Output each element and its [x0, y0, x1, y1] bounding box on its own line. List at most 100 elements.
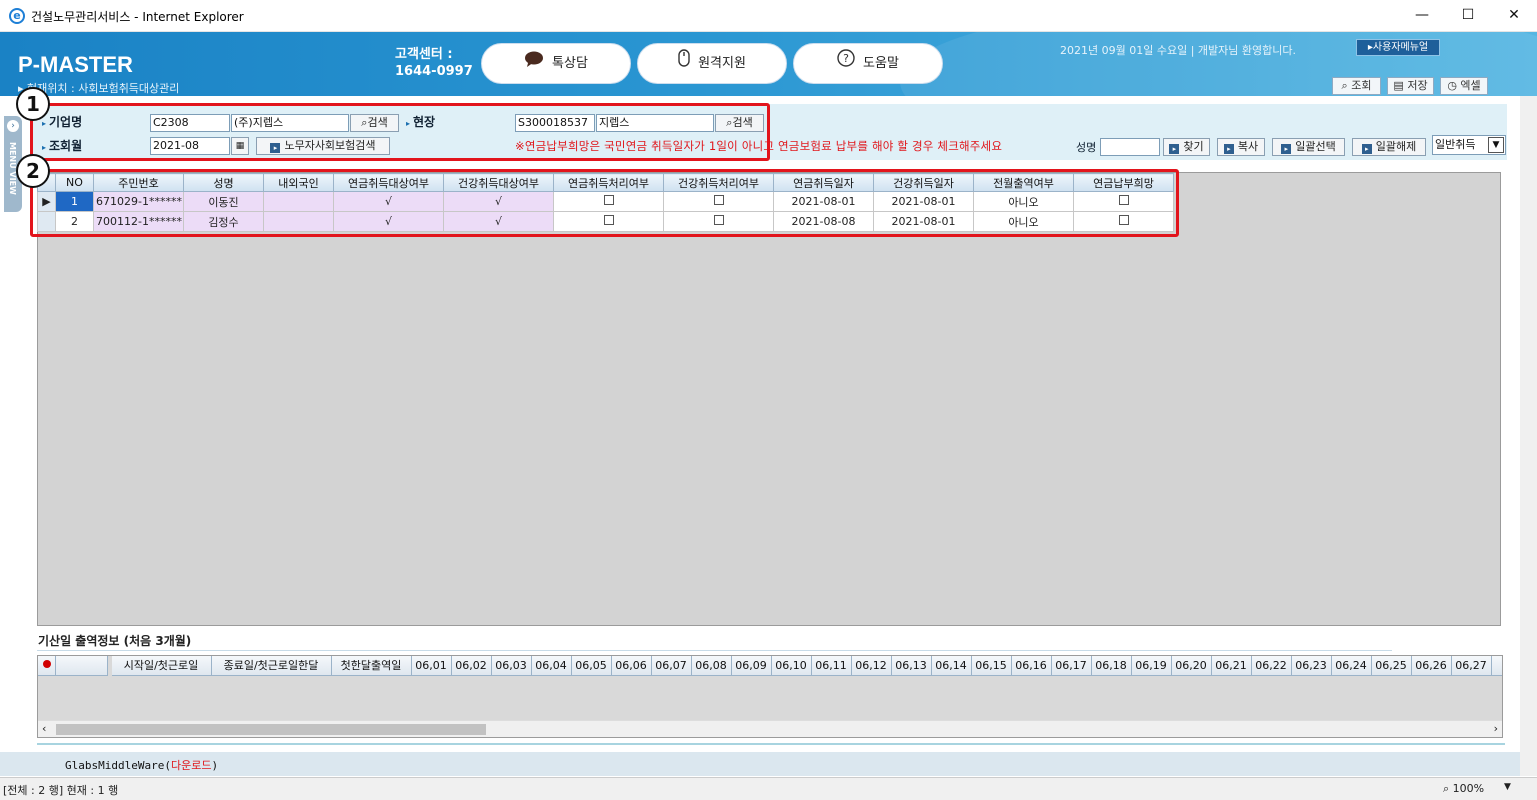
chat-bubble-icon: [524, 44, 544, 83]
middleware-text: GlabsMiddleWare(다운로드): [65, 757, 218, 773]
find-label: 찾기: [1183, 140, 1204, 153]
attendance-column-header[interactable]: 06,08: [691, 656, 732, 676]
attendance-column-header[interactable]: 시작일/첫근로일: [111, 656, 212, 676]
attendance-column-header[interactable]: 06,19: [1131, 656, 1172, 676]
attendance-column-header[interactable]: 06,07: [651, 656, 692, 676]
scroll-left-icon[interactable]: ‹: [42, 722, 46, 735]
attendance-header-row: 시작일/첫근로일 종료일/첫근로일한달 첫한달출역일 06,01 06,02 06,03 0…: [38, 656, 1502, 676]
name-label: 성명: [1076, 141, 1097, 154]
attendance-column-header[interactable]: 06,26: [1411, 656, 1452, 676]
horizontal-scrollbar[interactable]: ‹ ›: [38, 720, 1502, 737]
record-dot-icon: [38, 656, 56, 676]
logo: P-MASTER: [18, 52, 133, 77]
cs-phone: 1644-0997: [395, 64, 473, 79]
attendance-column-header[interactable]: 06,23: [1291, 656, 1332, 676]
annotation-box-1: [30, 103, 770, 161]
minimize-button[interactable]: —: [1399, 0, 1445, 32]
annotation-box-2: [30, 169, 1179, 237]
talk-button[interactable]: 톡상담: [481, 43, 631, 84]
attendance-column-header[interactable]: 06,03: [491, 656, 532, 676]
zoom-icon: ⌕: [1443, 782, 1450, 795]
attendance-column-header[interactable]: 06,24: [1331, 656, 1372, 676]
select-all-button[interactable]: ▸ 일괄선택: [1272, 138, 1345, 156]
attendance-column-header[interactable]: 06,04: [531, 656, 572, 676]
user-manual-button[interactable]: ▸사용자메뉴얼: [1356, 39, 1440, 56]
status-text: [전체 : 2 행] 현재 : 1 행: [3, 784, 119, 797]
attendance-column-header[interactable]: 06,22: [1251, 656, 1292, 676]
attendance-column-header[interactable]: 06,18: [1091, 656, 1132, 676]
attendance-column-header[interactable]: 06,20: [1171, 656, 1212, 676]
help-button[interactable]: ? 도움말: [793, 43, 943, 84]
attendance-column-header[interactable]: 06,27: [1451, 656, 1492, 676]
attendance-column-header[interactable]: 06,06: [611, 656, 652, 676]
chevron-right-icon: ›: [7, 120, 19, 132]
toolbar-excel-label: 엑셀: [1460, 79, 1481, 92]
attendance-column-header[interactable]: 06,16: [1011, 656, 1052, 676]
attendance-column-header[interactable]: 06,15: [971, 656, 1012, 676]
attendance-column-header[interactable]: 06,11: [811, 656, 852, 676]
help-label: 도움말: [863, 56, 899, 71]
attendance-title: 기산일 출역정보 (처음 3개월): [38, 634, 192, 648]
copy-button[interactable]: ▸ 복사: [1217, 138, 1265, 156]
clear-all-button[interactable]: ▸ 일괄해제: [1352, 138, 1426, 156]
svg-text:?: ?: [843, 52, 849, 65]
vertical-scrollbar[interactable]: [1520, 96, 1537, 776]
divider: [37, 743, 1505, 745]
remote-support-button[interactable]: 원격지원: [637, 43, 787, 84]
attendance-header-blank: [56, 656, 108, 676]
attendance-column-header[interactable]: 06,25: [1371, 656, 1412, 676]
remote-label: 원격지원: [698, 56, 746, 71]
annotation-marker-2: 2: [16, 154, 50, 188]
toolbar-save-button[interactable]: ▤ 저장: [1387, 77, 1434, 95]
app-header: P-MASTER ▸ 현재위치 : 사회보험취득대상관리 고객센터 : 1644…: [0, 32, 1537, 96]
greeting: 2021년 09월 01일 수요일 | 개발자님 환영합니다.: [1060, 44, 1296, 57]
grid-area: [37, 172, 1501, 626]
attendance-column-header[interactable]: 06,14: [931, 656, 972, 676]
close-button[interactable]: ✕: [1491, 0, 1537, 32]
status-bar: [전체 : 2 행] 현재 : 1 행 ⌕ 100% ▼: [0, 777, 1537, 800]
magnifier-icon: ⌕: [1341, 79, 1348, 92]
toolbar-save-label: 저장: [1407, 79, 1428, 92]
save-icon: ▤: [1393, 79, 1404, 92]
attendance-column-header[interactable]: 06,21: [1211, 656, 1252, 676]
attendance-column-header[interactable]: 06,01: [411, 656, 452, 676]
mode-select[interactable]: 일반취득 ▼: [1432, 135, 1506, 155]
attendance-column-header[interactable]: 06,: [1491, 656, 1502, 676]
attendance-column-header[interactable]: 06,13: [891, 656, 932, 676]
scroll-thumb[interactable]: [56, 724, 486, 735]
toolbar-excel-button[interactable]: ◷ 엑셀: [1440, 77, 1488, 95]
attendance-column-header[interactable]: 06,17: [1051, 656, 1092, 676]
toolbar-search-button[interactable]: ⌕ 조회: [1332, 77, 1381, 95]
middleware-paren: ): [211, 759, 219, 772]
maximize-button[interactable]: ☐: [1445, 0, 1491, 32]
customer-center: 고객센터 : 1644-0997: [395, 46, 473, 80]
cs-label: 고객센터 :: [395, 47, 453, 62]
attendance-column-header[interactable]: 06,12: [851, 656, 892, 676]
excel-icon: ◷: [1447, 79, 1457, 92]
attendance-column-header[interactable]: 첫한달출역일: [331, 656, 412, 676]
middleware-download-link[interactable]: 다운로드: [171, 759, 211, 772]
attendance-column-header[interactable]: 06,05: [571, 656, 612, 676]
find-button[interactable]: ▸ 찾기: [1163, 138, 1210, 156]
copy-label: 복사: [1237, 140, 1259, 153]
chevron-down-icon[interactable]: ▼: [1504, 782, 1511, 792]
arrow-icon: ▸: [1281, 144, 1292, 154]
ie-icon: e: [9, 8, 25, 24]
attendance-column-header[interactable]: 06,09: [731, 656, 772, 676]
chevron-down-icon: ▼: [1488, 137, 1504, 153]
select-all-label: 일괄선택: [1295, 140, 1336, 153]
talk-label: 톡상담: [552, 56, 588, 71]
divider: [37, 650, 1392, 651]
zoom-control[interactable]: ⌕ 100%: [1443, 782, 1484, 796]
breadcrumb-text: 현재위치 : 사회보험취득대상관리: [27, 82, 180, 95]
attendance-column-header[interactable]: 종료일/첫근로일한달: [211, 656, 332, 676]
attendance-column-header[interactable]: 06,02: [451, 656, 492, 676]
annotation-marker-1: 1: [16, 87, 50, 121]
zoom-value: 100%: [1452, 782, 1485, 795]
name-input[interactable]: [1100, 138, 1160, 156]
mode-select-value: 일반취득: [1435, 138, 1476, 151]
attendance-column-header[interactable]: 06,10: [771, 656, 812, 676]
scroll-right-icon[interactable]: ›: [1494, 722, 1498, 735]
clear-all-label: 일괄해제: [1375, 140, 1417, 153]
attendance-grid: 시작일/첫근로일 종료일/첫근로일한달 첫한달출역일 06,01 06,02 06,03 0…: [37, 655, 1503, 738]
